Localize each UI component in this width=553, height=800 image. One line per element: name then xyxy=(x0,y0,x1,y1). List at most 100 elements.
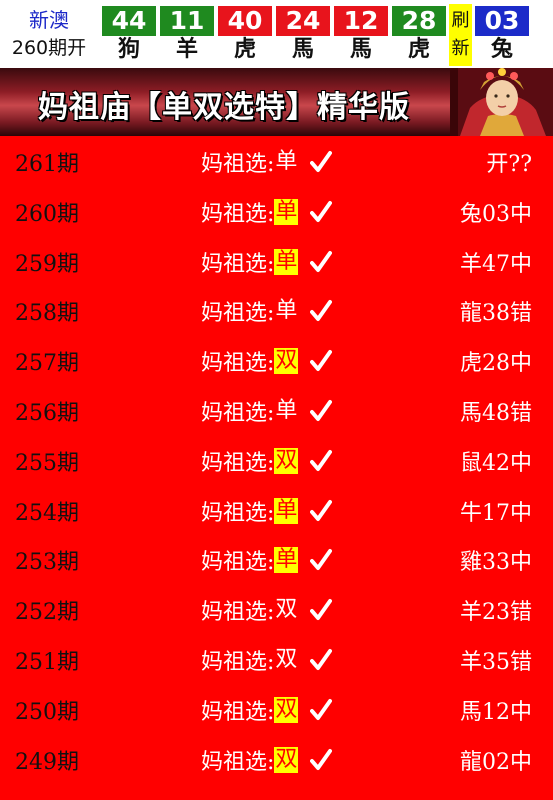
banner-title: 妈祖庙【单双选特】精华版 xyxy=(38,90,410,125)
prediction-label: 妈祖选: xyxy=(201,201,275,227)
check-icon xyxy=(310,648,333,672)
prediction-label: 妈祖选: xyxy=(201,749,275,775)
period-open-label: 260期开 xyxy=(11,37,87,59)
check-icon xyxy=(310,349,333,373)
draw-result: 开?? xyxy=(486,152,532,177)
list-item: 250期 妈祖选: 双 馬12中 xyxy=(0,684,553,734)
title-banner: 妈祖庙【单双选特】精华版 xyxy=(0,68,553,136)
special-ball-number: 03 xyxy=(475,6,529,36)
check-icon xyxy=(310,748,333,772)
check-icon xyxy=(310,250,333,274)
period-number: 261期 xyxy=(15,152,79,177)
prediction: 妈祖选: 双 xyxy=(201,644,333,676)
list-item: 259期 妈祖选: 单 羊47中 xyxy=(0,236,553,286)
prediction-label: 妈祖选: xyxy=(201,450,275,476)
prediction-value: 双 xyxy=(274,696,299,723)
check-icon xyxy=(310,598,333,622)
prediction: 妈祖选: 单 xyxy=(201,544,333,576)
draw-result: 馬48错 xyxy=(460,400,532,426)
prediction-label: 妈祖选: xyxy=(201,550,275,576)
check-icon xyxy=(310,399,333,423)
draw-result: 馬12中 xyxy=(460,699,532,725)
draw-result: 龍38错 xyxy=(460,301,532,327)
ball-number: 11 xyxy=(160,6,214,36)
period-number: 259期 xyxy=(15,251,79,277)
period-number: 249期 xyxy=(15,749,79,775)
region-label: 新澳 xyxy=(29,8,69,32)
prediction-value: 单 xyxy=(275,298,298,324)
ball-number: 44 xyxy=(102,6,156,36)
ball-zodiac: 虎 xyxy=(233,37,256,62)
ball-zodiac: 狗 xyxy=(117,37,140,62)
ball-number: 28 xyxy=(392,6,446,36)
period-number: 255期 xyxy=(15,450,79,476)
list-item: 253期 妈祖选: 单 雞33中 xyxy=(0,534,553,584)
ball-zodiac: 虎 xyxy=(407,37,430,62)
ball-number: 12 xyxy=(334,6,388,36)
ball-number: 40 xyxy=(218,6,272,36)
prediction-value: 单 xyxy=(275,397,298,423)
number-ball: 28 虎 xyxy=(392,0,446,68)
prediction-value: 单 xyxy=(274,198,299,225)
refresh-button[interactable]: 刷 新 xyxy=(449,4,472,66)
prediction-label: 妈祖选: xyxy=(201,152,275,177)
number-ball: 40 虎 xyxy=(218,0,272,68)
list-item: 254期 妈祖选: 单 牛17中 xyxy=(0,485,553,535)
number-ball: 24 馬 xyxy=(276,0,330,68)
number-balls: 44 狗 11 羊 40 虎 24 馬 12 馬 28 虎 xyxy=(98,0,446,68)
period-number: 251期 xyxy=(15,649,79,675)
check-icon xyxy=(310,299,333,323)
list-item: 255期 妈祖选: 双 鼠42中 xyxy=(0,435,553,485)
check-icon xyxy=(310,200,333,224)
draw-result: 羊23错 xyxy=(460,600,532,626)
draw-result: 羊47中 xyxy=(460,251,532,277)
refresh-char-2: 新 xyxy=(451,38,470,59)
ball-number: 24 xyxy=(276,6,330,36)
prediction-label: 妈祖选: xyxy=(201,301,275,327)
period-number: 260期 xyxy=(15,201,79,227)
check-icon xyxy=(310,449,333,473)
number-ball: 12 馬 xyxy=(334,0,388,68)
ball-zodiac: 馬 xyxy=(291,37,314,62)
check-icon xyxy=(310,548,333,572)
refresh-char-1: 刷 xyxy=(451,10,470,31)
list-item: 260期 妈祖选: 单 兔03中 xyxy=(0,186,553,236)
draw-label: 新澳 260期开 xyxy=(0,0,98,68)
prediction-list: 261期 妈祖选: 单开?? 260期 妈祖选: 单兔03中 259期 妈祖选: 单羊47中 25… xyxy=(0,136,553,783)
prediction: 妈祖选: 单 xyxy=(201,196,333,228)
prediction: 妈祖选: 双 xyxy=(201,345,333,377)
prediction: 妈祖选: 双 xyxy=(201,594,333,626)
prediction-value: 双 xyxy=(275,597,298,623)
ball-zodiac: 羊 xyxy=(175,37,198,62)
list-item: 261期 妈祖选: 单 开?? xyxy=(0,136,553,186)
prediction-label: 妈祖选: xyxy=(201,649,275,675)
prediction-label: 妈祖选: xyxy=(201,699,275,725)
number-ball: 44 狗 xyxy=(102,0,156,68)
draw-result: 羊35错 xyxy=(460,649,532,675)
prediction-label: 妈祖选: xyxy=(201,400,275,426)
prediction-value: 单 xyxy=(274,497,299,524)
prediction-label: 妈祖选: xyxy=(201,500,275,526)
prediction-value: 双 xyxy=(275,646,298,672)
period-number: 257期 xyxy=(15,351,79,377)
period-number: 250期 xyxy=(15,699,79,725)
prediction: 妈祖选: 双 xyxy=(201,744,333,776)
prediction: 妈祖选: 单 xyxy=(201,395,333,427)
prediction: 妈祖选: 单 xyxy=(201,146,333,178)
period-number: 256期 xyxy=(15,400,79,426)
prediction-value: 单 xyxy=(274,248,299,275)
prediction-value: 双 xyxy=(274,746,299,773)
prediction-value: 双 xyxy=(274,447,299,474)
prediction: 妈祖选: 单 xyxy=(201,295,333,327)
draw-result: 虎28中 xyxy=(460,351,532,377)
prediction-value: 单 xyxy=(275,149,298,174)
lottery-result-bar: 新澳 260期开 44 狗 11 羊 40 虎 24 馬 12 馬 28 虎 刷 新 03 兔 xyxy=(0,0,553,68)
list-item: 252期 妈祖选: 双 羊23错 xyxy=(0,584,553,634)
prediction: 妈祖选: 单 xyxy=(201,495,333,527)
draw-result: 兔03中 xyxy=(460,201,532,227)
period-number: 252期 xyxy=(15,600,79,626)
number-ball: 11 羊 xyxy=(160,0,214,68)
prediction-label: 妈祖选: xyxy=(201,251,275,277)
check-icon xyxy=(310,499,333,523)
list-item: 251期 妈祖选: 双 羊35错 xyxy=(0,634,553,684)
